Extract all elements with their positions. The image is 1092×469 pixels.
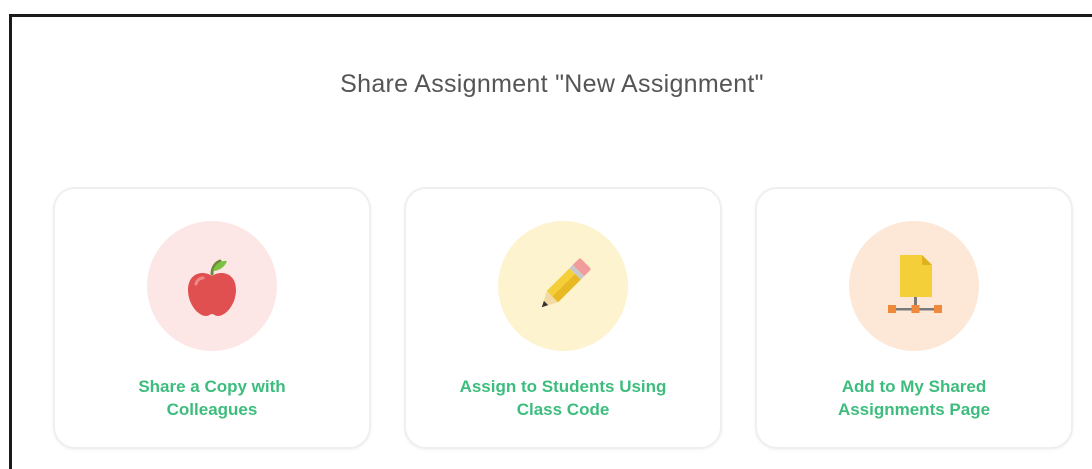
shared-document-network-icon: [888, 255, 942, 313]
pencil-icon: [541, 258, 591, 308]
label-line-1: Assign to Students Using: [459, 377, 667, 396]
label-line-1: Add to My Shared: [841, 377, 987, 396]
share-copy-label: Share a Copy with Colleagues: [65, 375, 359, 421]
add-shared-assignments-label: Add to My Shared Assignments Page: [767, 375, 1061, 421]
apple-icon: [188, 259, 236, 316]
label-line-2: Colleagues: [166, 400, 258, 419]
pencil-icon-circle: [498, 221, 628, 351]
assign-class-code-card[interactable]: Assign to Students Using Class Code: [404, 187, 722, 449]
dialog-title: Share Assignment "New Assignment": [340, 70, 764, 98]
label-line-1: Share a Copy with: [138, 377, 286, 396]
label-line-2: Class Code: [516, 400, 610, 419]
share-dialog: Share Assignment "New Assignment" Share …: [9, 14, 1092, 469]
assign-class-code-label: Assign to Students Using Class Code: [416, 375, 710, 421]
label-line-2: Assignments Page: [837, 400, 991, 419]
apple-icon-circle: [147, 221, 277, 351]
share-copy-with-colleagues-card[interactable]: Share a Copy with Colleagues: [53, 187, 371, 449]
add-shared-assignments-card[interactable]: Add to My Shared Assignments Page: [755, 187, 1073, 449]
shared-document-icon-circle: [849, 221, 979, 351]
